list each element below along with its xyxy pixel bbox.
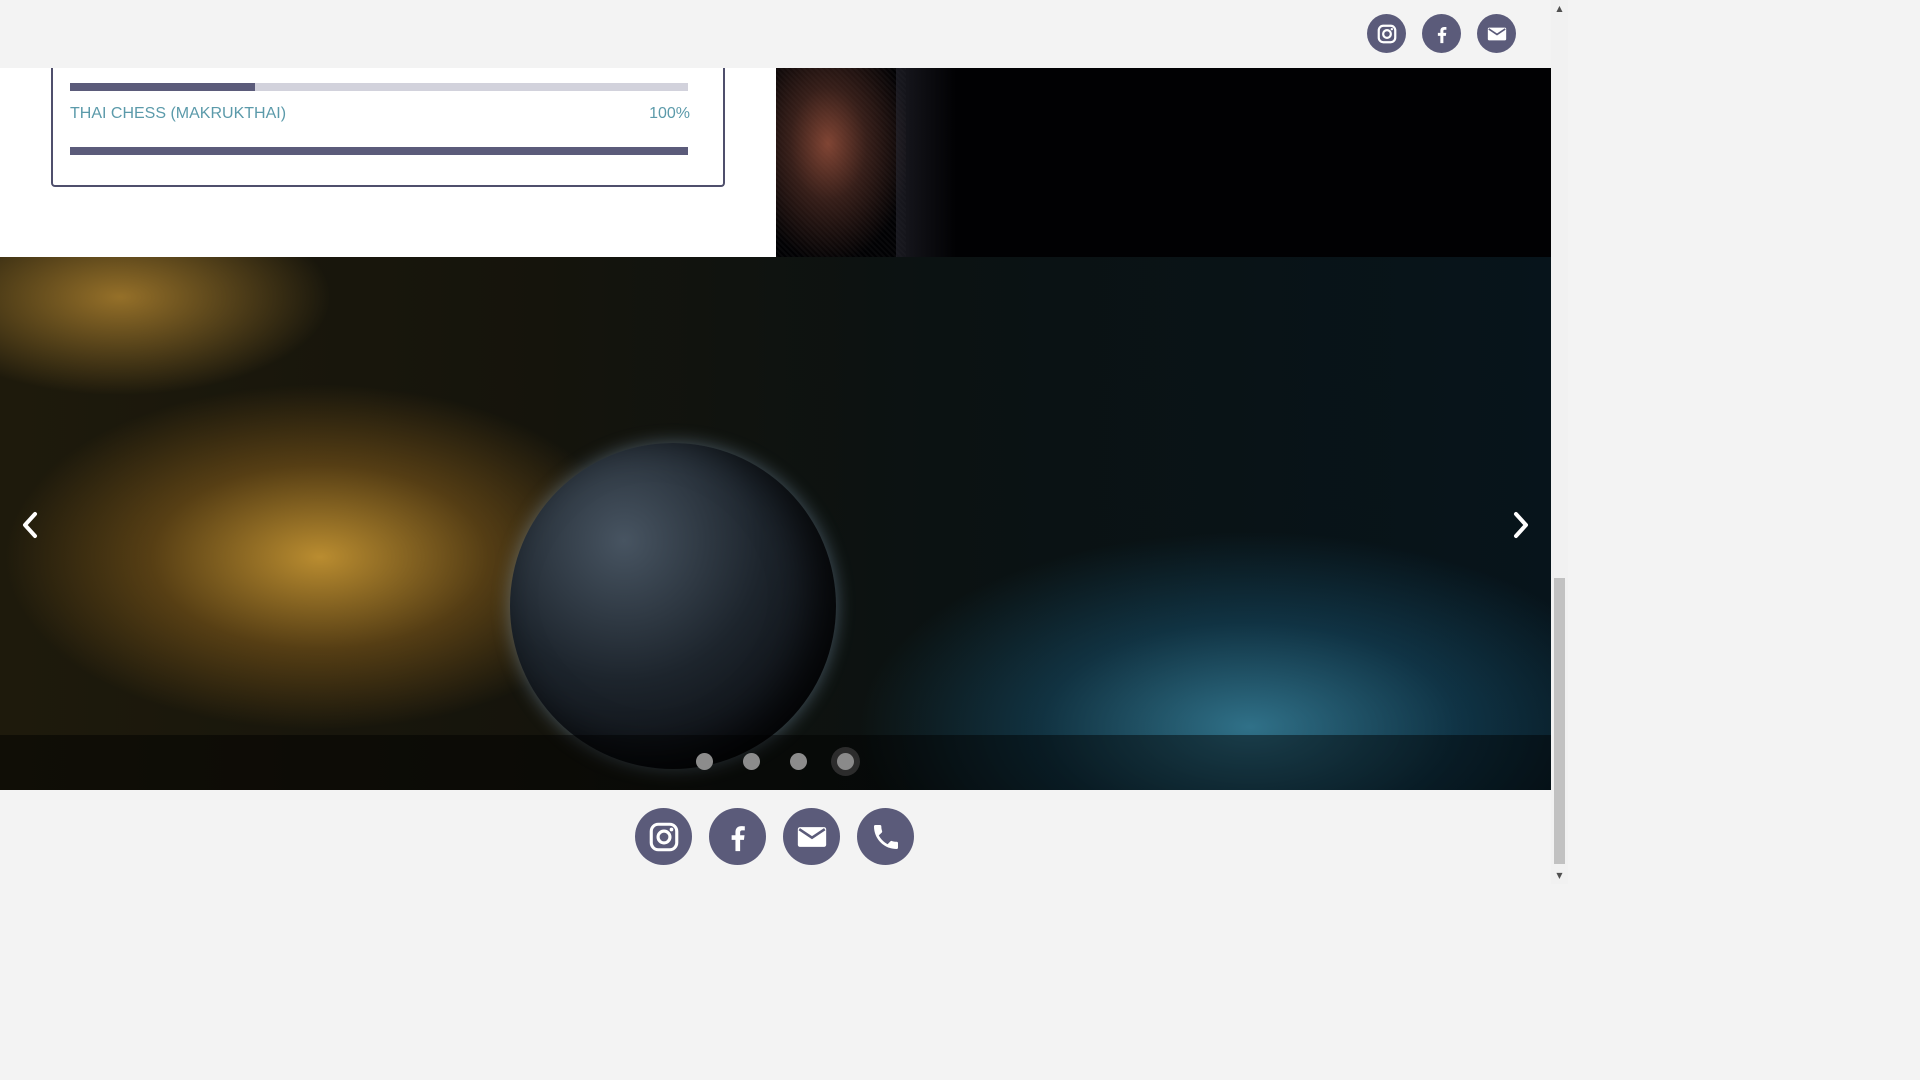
scroll-down-arrow-icon[interactable]: ▼ <box>1551 867 1568 884</box>
footer-phone-button[interactable] <box>857 808 914 865</box>
header-instagram-button[interactable] <box>1367 14 1406 53</box>
instagram-icon <box>649 822 678 851</box>
instagram-icon <box>1377 24 1396 43</box>
facebook-icon <box>731 825 745 851</box>
header-social-links <box>1367 14 1516 53</box>
image-carousel <box>0 257 1551 790</box>
image-edge-shadow <box>896 68 956 257</box>
chevron-left-icon <box>23 512 37 538</box>
chevron-right-icon <box>1514 512 1528 538</box>
scroll-thumb[interactable] <box>1554 578 1565 864</box>
skill-progress-track-thai-chess <box>70 147 688 155</box>
mail-icon <box>797 826 826 847</box>
carousel-indicators <box>696 753 854 770</box>
footer-mail-button[interactable] <box>783 808 840 865</box>
skill-progress-fill-previous <box>70 83 256 91</box>
footer-instagram-button[interactable] <box>635 808 692 865</box>
footer-facebook-button[interactable] <box>709 808 766 865</box>
carousel-slide-planet-image <box>510 443 836 769</box>
header-facebook-button[interactable] <box>1422 14 1461 53</box>
facebook-icon <box>1437 26 1446 43</box>
skills-card: THAI CHESS (MAKRUKTHAI) 100% <box>51 64 725 187</box>
carousel-indicator-dot-4[interactable] <box>837 753 854 770</box>
vertical-scrollbar[interactable]: ▲ ▼ <box>1551 0 1568 884</box>
skill-percent-thai-chess: 100% <box>649 105 690 122</box>
footer-social-links <box>635 808 914 865</box>
header-mail-button[interactable] <box>1477 14 1516 53</box>
phone-icon <box>873 824 898 849</box>
carousel-indicator-dot-3[interactable] <box>790 753 807 770</box>
skill-progress-fill-thai-chess <box>70 147 688 155</box>
carousel-next-button[interactable] <box>1506 507 1536 543</box>
skill-label-thai-chess: THAI CHESS (MAKRUKTHAI) <box>70 105 287 122</box>
top-header <box>0 0 1551 68</box>
carousel-indicator-dot-1[interactable] <box>696 753 713 770</box>
mail-icon <box>1487 27 1506 40</box>
carousel-prev-button[interactable] <box>15 507 45 543</box>
dark-feature-image <box>776 68 1551 257</box>
skill-progress-track-previous <box>70 83 688 91</box>
scroll-up-arrow-icon[interactable]: ▲ <box>1551 0 1568 17</box>
image-glow-area <box>776 68 906 257</box>
skills-section: THAI CHESS (MAKRUKTHAI) 100% <box>0 64 776 257</box>
carousel-indicator-dot-2[interactable] <box>743 753 760 770</box>
